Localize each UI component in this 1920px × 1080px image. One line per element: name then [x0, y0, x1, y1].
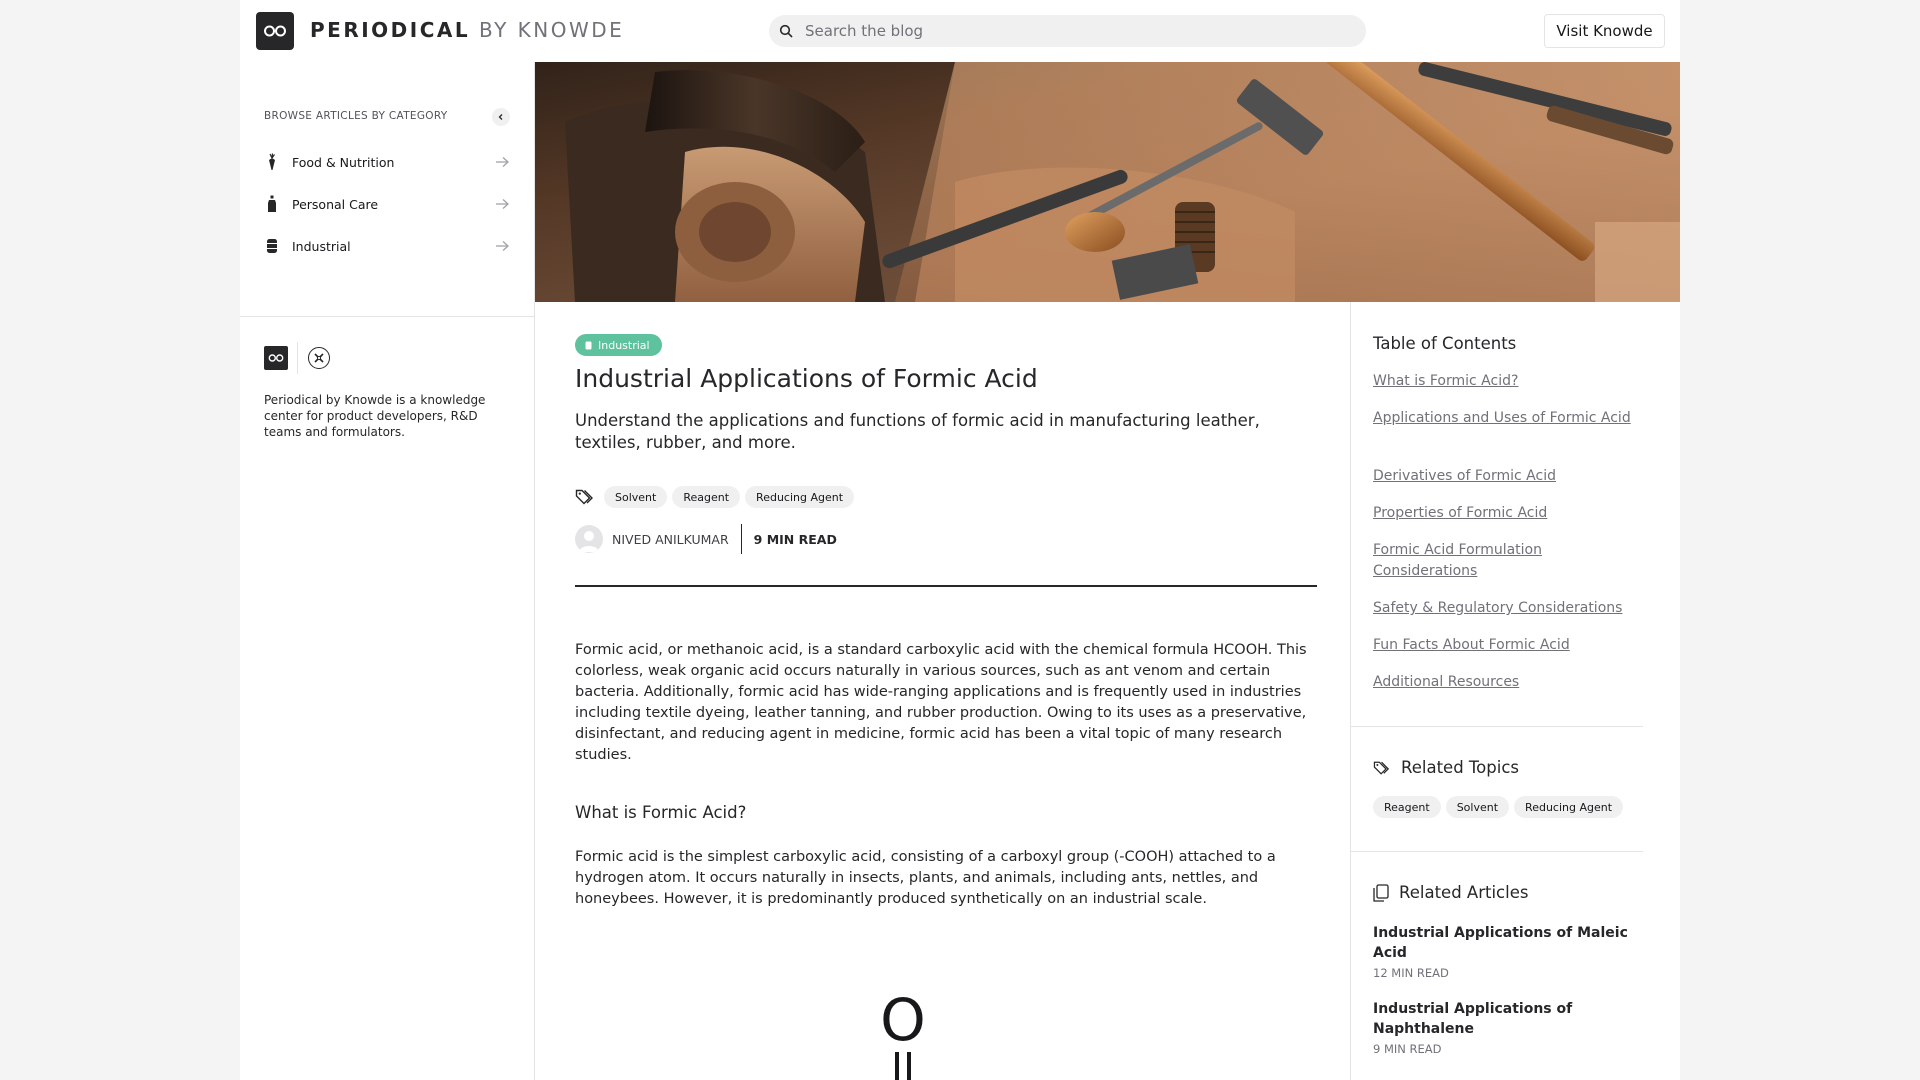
barrel-icon	[585, 341, 592, 349]
related-article-title[interactable]: Industrial Applications of Maleic Acid	[1373, 923, 1638, 963]
read-time: 9 MIN READ	[753, 531, 837, 547]
toc-link[interactable]: Properties of Formic Acid	[1373, 503, 1643, 524]
collapse-sidebar-button[interactable]	[492, 108, 510, 126]
arrow-right-icon	[496, 199, 509, 209]
article-main: Industrial Industrial Applications of Fo…	[535, 302, 1340, 1080]
author-separator	[740, 524, 742, 554]
search-bar	[769, 15, 1366, 47]
search-input[interactable]	[805, 22, 1325, 40]
x-mark-icon	[314, 353, 324, 363]
top-header: PERIODICAL BY KNOWDE Visit Knowde	[240, 0, 1680, 62]
category-item-food-nutrition[interactable]: Food & Nutrition	[264, 147, 510, 177]
related-articles-heading: Related Articles	[1373, 883, 1528, 902]
barrel-icon	[264, 238, 280, 254]
category-label: Personal Care	[292, 196, 379, 212]
browse-title: BROWSE ARTICLES BY CATEGORY	[264, 110, 448, 122]
article-subtitle: Understand the applications and function…	[575, 411, 1260, 452]
article-title: Industrial Applications of Formic Acid	[575, 364, 1038, 393]
documents-icon	[1373, 883, 1389, 902]
intro-paragraph: Formic acid, or methanoic acid, is a sta…	[575, 642, 1307, 763]
section-paragraph: Formic acid is the simplest carboxylic a…	[575, 849, 1276, 907]
tag-icon	[575, 489, 593, 505]
formic-acid-structure: O	[880, 990, 926, 1080]
article-divider	[575, 585, 1317, 587]
related-article-read-time: 9 MIN READ	[1373, 1042, 1442, 1056]
oxygen-label: O	[880, 990, 926, 1054]
toc-link[interactable]: Additional Resources	[1373, 672, 1643, 693]
brand-wordmark[interactable]: PERIODICAL BY KNOWDE	[310, 18, 624, 42]
related-article-title[interactable]: Industrial Applications of Naphthalene	[1373, 999, 1638, 1039]
related-article-read-time: 12 MIN READ	[1373, 966, 1449, 980]
infinity-icon	[268, 354, 284, 362]
brand-primary: PERIODICAL	[310, 18, 471, 42]
category-chip[interactable]: Industrial	[575, 334, 662, 356]
right-sidebar: Table of Contents What is Formic Acid? A…	[1350, 302, 1680, 1080]
infinity-icon	[264, 25, 286, 37]
brand-secondary: BY KNOWDE	[478, 18, 625, 42]
hero-image	[535, 62, 1680, 302]
author-name[interactable]: NIVED ANILKUMAR	[612, 532, 729, 547]
section-heading: What is Formic Acid?	[575, 803, 747, 822]
tag-solvent[interactable]: Solvent	[604, 486, 668, 508]
tag-reagent[interactable]: Reagent	[672, 486, 741, 508]
category-sidebar: BROWSE ARTICLES BY CATEGORY Food & Nutri…	[240, 62, 535, 1080]
arrow-right-icon	[496, 157, 509, 167]
related-topics-heading: Related Topics	[1373, 758, 1519, 777]
category-item-personal-care[interactable]: Personal Care	[264, 189, 510, 219]
toc-link[interactable]: Applications and Uses of Formic Acid	[1373, 408, 1643, 429]
related-topics-title: Related Topics	[1401, 758, 1520, 777]
tag-solvent[interactable]: Solvent	[1445, 796, 1510, 818]
author-row: NIVED ANILKUMAR 9 MIN READ	[575, 524, 837, 554]
knowde-mini-logo[interactable]	[264, 346, 288, 370]
toc-link[interactable]: Formic Acid Formulation Considerations	[1373, 540, 1643, 582]
search-icon	[779, 24, 793, 38]
user-icon	[579, 531, 599, 552]
page: PERIODICAL BY KNOWDE Visit Knowde BROWSE…	[240, 0, 1680, 1080]
toc-link[interactable]: What is Formic Acid?	[1373, 371, 1643, 392]
sidebar-divider	[240, 316, 535, 317]
category-label: Industrial	[292, 238, 351, 254]
category-label: Food & Nutrition	[292, 154, 395, 170]
tag-icon	[1373, 761, 1390, 775]
related-topics-tags: Reagent Solvent Reducing Agent	[1373, 796, 1624, 818]
tag-reducing-agent[interactable]: Reducing Agent	[1514, 796, 1624, 818]
avatar[interactable]	[575, 525, 603, 553]
about-description: Periodical by Knowde is a knowledge cent…	[264, 393, 486, 439]
arrow-right-icon	[496, 241, 509, 251]
logo-separator	[297, 342, 298, 374]
article-tags: Solvent Reagent Reducing Agent	[575, 486, 855, 508]
toc-link[interactable]: Safety & Regulatory Considerations	[1373, 598, 1643, 619]
tag-reducing-agent[interactable]: Reducing Agent	[745, 486, 855, 508]
related-articles-title: Related Articles	[1399, 883, 1529, 902]
toc-link[interactable]: Derivatives of Formic Acid	[1373, 466, 1643, 487]
bottle-icon	[264, 195, 280, 213]
tag-reagent[interactable]: Reagent	[1373, 796, 1441, 818]
carrot-icon	[264, 153, 280, 171]
partner-logo[interactable]	[308, 347, 330, 369]
category-chip-label: Industrial	[598, 338, 650, 352]
chevron-left-icon	[498, 114, 503, 120]
toc-link[interactable]: Fun Facts About Formic Acid	[1373, 635, 1643, 656]
knowde-logo[interactable]	[256, 12, 294, 50]
topics-divider	[1351, 851, 1643, 852]
toc-divider	[1351, 726, 1643, 727]
toc-title: Table of Contents	[1373, 334, 1517, 353]
visit-knowde-button[interactable]: Visit Knowde	[1544, 14, 1665, 48]
category-item-industrial[interactable]: Industrial	[264, 231, 510, 261]
